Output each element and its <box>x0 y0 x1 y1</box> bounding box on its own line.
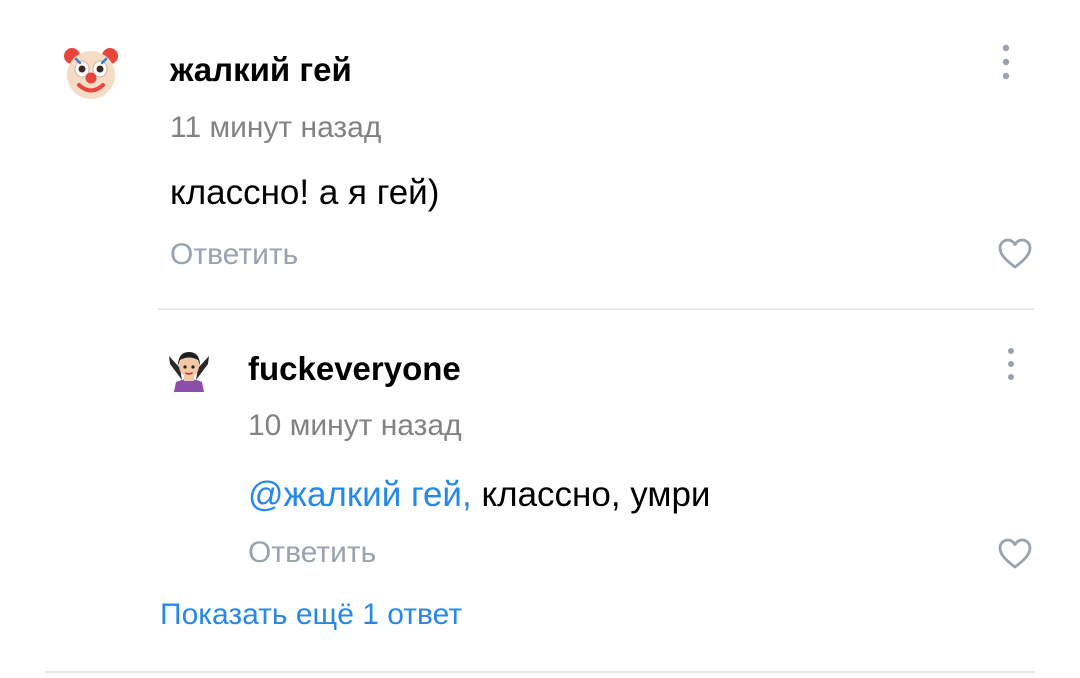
comment-divider <box>158 308 1034 310</box>
reply-timestamp: 10 минут назад <box>248 409 462 442</box>
show-more-replies-link[interactable]: Показать ещё 1 ответ <box>160 600 462 630</box>
more-options-icon[interactable] <box>994 40 1018 84</box>
reply-author[interactable]: fuckeveryone <box>248 352 461 385</box>
reply-button[interactable]: Ответить <box>170 240 298 270</box>
reply-button[interactable]: Ответить <box>248 538 376 568</box>
comment-text: классно! а я гей) <box>170 173 440 212</box>
reply-text: @жалкий гей, классно, умри <box>248 477 710 512</box>
comment-author[interactable]: жалкий гей <box>170 53 352 86</box>
mention-link[interactable]: @жалкий гей, <box>248 475 472 514</box>
clown-face-icon[interactable] <box>62 44 120 102</box>
comments-thread: жалкий гей 11 минут назад классно! а я г… <box>0 0 1080 678</box>
heart-icon[interactable] <box>997 236 1033 272</box>
comment-timestamp: 11 минут назад <box>170 111 382 144</box>
vampire-woman-icon[interactable] <box>166 346 212 392</box>
heart-icon[interactable] <box>997 536 1033 572</box>
reply-text-body: классно, умри <box>471 475 711 514</box>
more-options-icon[interactable] <box>999 343 1023 387</box>
thread-divider <box>45 671 1035 673</box>
